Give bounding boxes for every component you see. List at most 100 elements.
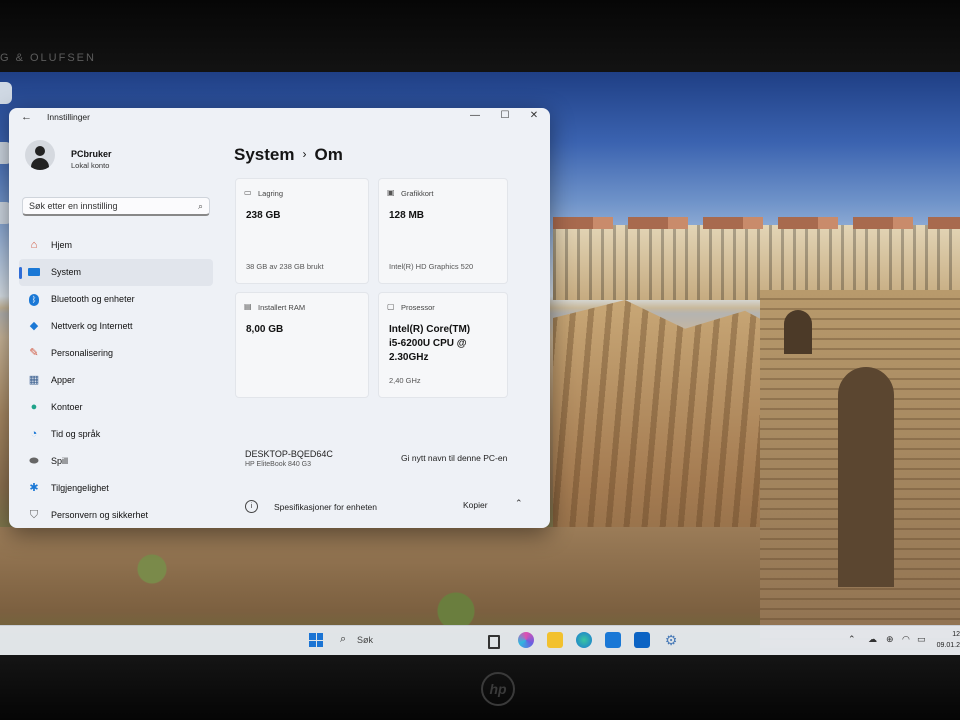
ram-value: 8,00 GB [246, 324, 284, 335]
sidebar-item-label: System [51, 267, 82, 277]
storage-label: Lagring [258, 189, 284, 198]
sidebar-item-tid-og-sprak[interactable]: ◔ Tid og språk [19, 421, 213, 448]
home-icon: ⌂ [30, 239, 38, 251]
bluetooth-icon: ᛒ [27, 292, 41, 306]
sidebar-nav: ⌂ Hjem System ᛒ Bluetooth og enheter ◆ N… [19, 232, 213, 528]
wifi-icon[interactable]: ◠ [902, 634, 910, 645]
storage-icon: ▭ [244, 188, 252, 197]
sidebar-item-hjem[interactable]: ⌂ Hjem [19, 232, 213, 259]
close-icon[interactable]: ✕ [526, 110, 542, 121]
gamepad-icon: ⬬ [29, 455, 39, 467]
sidebar-item-label: Apper [51, 375, 76, 385]
sidebar-item-label: Bluetooth og enheter [51, 294, 135, 304]
task-view-icon[interactable] [488, 635, 500, 649]
storage-value: 238 GB [246, 210, 281, 221]
sidebar-item-label: Tilgjengelighet [51, 483, 109, 493]
language-icon[interactable]: ⊕ [886, 634, 894, 645]
device-name: DESKTOP-BQED64C [245, 449, 333, 459]
search-input[interactable]: Søk etter en innstilling ⌕ [22, 197, 210, 216]
store-icon[interactable] [605, 632, 621, 648]
edge-icon[interactable] [576, 632, 592, 648]
specs-label: Spesifikasjoner for enheten [274, 502, 378, 512]
taskbar-search[interactable]: Søk [357, 635, 373, 645]
processor-label: Prosessor [401, 303, 435, 312]
avatar[interactable] [25, 140, 55, 170]
globe-clock-icon: ◔ [30, 428, 38, 440]
device-name-row: DESKTOP-BQED64C HP EliteBook 840 G3 Gi n… [235, 438, 550, 476]
page-title: Om [314, 145, 343, 164]
clock-time: 12 [952, 631, 960, 638]
copilot-icon[interactable] [518, 632, 534, 648]
graphics-value: 128 MB [389, 210, 425, 221]
wallpaper-town [553, 217, 960, 300]
battery-icon[interactable]: ▭ [917, 634, 926, 645]
ram-label: Installert RAM [258, 303, 306, 312]
title-bar[interactable]: ← Innstillinger — ☐ ✕ [9, 108, 550, 128]
sidebar-item-kontoer[interactable]: ● Kontoer [19, 394, 213, 421]
sidebar-item-label: Nettverk og Internett [51, 321, 133, 331]
start-button[interactable] [309, 633, 323, 647]
maximize-icon[interactable]: ☐ [497, 110, 513, 121]
rename-pc-button[interactable]: Gi nytt navn til denne PC-en [401, 453, 507, 463]
sidebar-item-personvern[interactable]: ⛉ Personvern og sikkerhet [19, 502, 213, 528]
storage-card[interactable]: ▭ Lagring 238 GB 38 GB av 238 GB brukt [235, 178, 369, 284]
clock-date: 09.01.2 [936, 642, 960, 649]
sidebar-item-label: Tid og språk [51, 429, 101, 439]
sidebar-item-label: Hjem [51, 240, 73, 250]
wifi-icon: ◆ [29, 320, 39, 332]
clock[interactable]: 12 09.01.2 [934, 629, 960, 651]
wallpaper-bridge-arch-small [784, 310, 812, 354]
brush-icon: ✎ [29, 347, 39, 359]
processor-line-1: Intel(R) Core(TM) [389, 324, 471, 335]
graphics-card[interactable]: ▣ Grafikkort 128 MB Intel(R) HD Graphics… [378, 178, 508, 284]
person-icon: ● [30, 401, 38, 413]
info-icon: i [245, 500, 258, 513]
laptop-bezel-bottom [0, 655, 960, 720]
bezel-brand-text: G & OLUFSEN [0, 52, 96, 64]
search-placeholder: Søk etter en innstilling [29, 201, 118, 211]
processor-card[interactable]: ▢ Prosessor Intel(R) Core(TM) i5-6200U C… [378, 292, 508, 398]
sidebar-item-apper[interactable]: ▦ Apper [19, 367, 213, 394]
account-type: Lokal konto [71, 161, 110, 170]
chevron-up-icon[interactable]: ⌃ [848, 634, 856, 645]
cpu-icon: ▢ [387, 302, 395, 311]
sidebar-item-label: Spill [51, 456, 69, 466]
sidebar-item-personalisering[interactable]: ✎ Personalisering [19, 340, 213, 367]
sidebar-item-spill[interactable]: ⬬ Spill [19, 448, 213, 475]
processor-line-3: 2.30GHz [389, 352, 429, 363]
minimize-icon[interactable]: — [467, 110, 483, 121]
taskbar-search-icon[interactable]: ⌕ [340, 633, 346, 646]
settings-window: ← Innstillinger — ☐ ✕ PCbruker Lokal kon… [9, 108, 550, 528]
sidebar-item-label: Personalisering [51, 348, 114, 358]
settings-icon[interactable]: ⚙ [663, 632, 679, 648]
storage-usage: 38 GB av 238 GB brukt [246, 262, 324, 271]
sidebar-item-bluetooth[interactable]: ᛒ Bluetooth og enheter [19, 286, 213, 313]
user-name: PCbruker [71, 149, 112, 159]
window-title: Innstillinger [47, 112, 90, 122]
search-icon[interactable]: ⌕ [198, 201, 203, 212]
sidebar-item-nettverk[interactable]: ◆ Nettverk og Internett [19, 313, 213, 340]
file-explorer-icon[interactable] [547, 632, 563, 648]
apps-icon: ▦ [28, 374, 40, 386]
cloud-icon[interactable]: ☁ [868, 634, 877, 645]
breadcrumb-parent[interactable]: System [234, 145, 294, 164]
processor-speed: 2,40 GHz [389, 376, 421, 385]
processor-line-2: i5-6200U CPU @ [389, 338, 467, 349]
back-arrow-icon[interactable]: ← [21, 111, 32, 123]
device-specs-header[interactable]: i Spesifikasjoner for enheten Kopier ⌃ [235, 492, 550, 522]
shield-icon: ⛉ [29, 509, 39, 521]
copy-button[interactable]: Kopier [463, 500, 488, 510]
sidebar-item-tilgjengelighet[interactable]: ✱ Tilgjengelighet [19, 475, 213, 502]
sidebar-item-system[interactable]: System [19, 259, 213, 286]
ram-card[interactable]: ▤ Installert RAM 8,00 GB [235, 292, 369, 398]
chevron-up-icon[interactable]: ⌃ [515, 498, 523, 509]
outlook-icon[interactable] [634, 632, 650, 648]
accessibility-icon: ✱ [29, 482, 39, 494]
ram-icon: ▤ [244, 302, 252, 311]
taskbar: ⌕ Søk ⚙ ⌃ ☁ ⊕ ◠ ▭ 12 09.01.2 [0, 625, 960, 656]
monitor-icon [27, 265, 41, 279]
wallpaper-bridge-arch [838, 367, 894, 587]
processor-value: Intel(R) Core(TM) i5-6200U CPU @ 2.30GHz [389, 323, 470, 365]
device-model: HP EliteBook 840 G3 [245, 461, 312, 468]
sidebar-item-label: Personvern og sikkerhet [51, 510, 149, 520]
